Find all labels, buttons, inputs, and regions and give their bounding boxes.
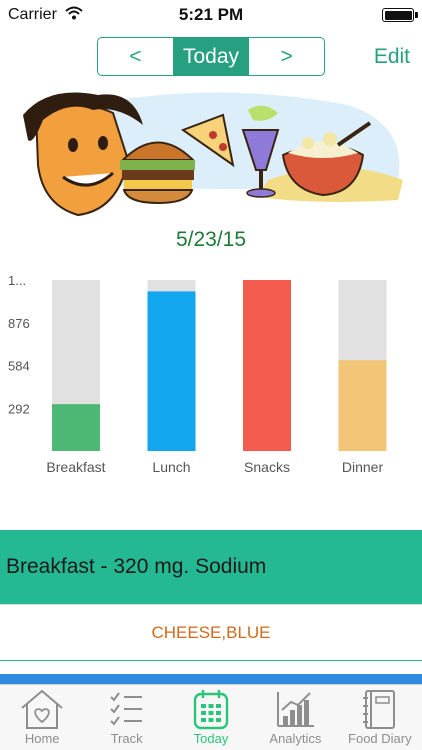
y-tick-label: 292 <box>8 401 30 416</box>
y-tick-label: 584 <box>8 359 30 374</box>
x-tick-label: Snacks <box>244 459 290 475</box>
y-tick-label: 876 <box>8 316 30 331</box>
meal-header[interactable]: Breakfast - 320 mg. Sodium <box>0 530 422 604</box>
tab-label: Track <box>110 731 143 746</box>
next-section-strip <box>0 674 422 684</box>
checklist-icon <box>109 692 142 726</box>
next-day-button[interactable]: > <box>248 38 324 75</box>
tab-label: Home <box>24 731 60 746</box>
tab-analytics[interactable]: Analytics <box>253 685 337 750</box>
bar <box>147 291 196 451</box>
tab-today[interactable]: Today <box>169 685 253 750</box>
tab-bar: Home Track Today Analytics Food Diary <box>0 684 422 750</box>
today-button[interactable]: Today <box>172 38 249 75</box>
x-tick-label: Dinner <box>342 459 384 475</box>
tab-food-diary[interactable]: Food Diary <box>338 685 422 750</box>
selected-date: 5/23/15 <box>175 228 247 251</box>
bar <box>52 404 100 451</box>
x-tick-label: Lunch <box>152 459 190 475</box>
analytics-chart-icon <box>277 692 315 727</box>
edit-button[interactable]: Edit <box>374 45 410 69</box>
day-selector: < Today > <box>97 37 325 76</box>
status-time: 5:21 PM <box>178 5 244 24</box>
tab-label: Today <box>193 731 229 746</box>
status-bar: Carrier 5:21 PM <box>0 0 422 30</box>
tab-home[interactable]: Home <box>0 685 84 750</box>
y-tick-label: 1... <box>8 273 26 288</box>
food-illustration <box>23 92 403 217</box>
tab-track[interactable]: Track <box>84 685 168 750</box>
bar <box>338 360 387 451</box>
tab-label: Food Diary <box>348 731 412 746</box>
battery-icon <box>382 8 414 22</box>
tab-label: Analytics <box>269 731 322 746</box>
x-tick-label: Breakfast <box>46 459 105 475</box>
calendar-icon <box>193 690 229 730</box>
notebook-icon <box>362 690 395 729</box>
sodium-bar-chart: 1... 876 584 292 Breakfast Lunch Snacks Dinner <box>8 273 387 475</box>
home-icon <box>21 689 63 729</box>
bar <box>243 280 291 451</box>
food-item[interactable]: CHEESE,BLUE <box>0 604 422 661</box>
previous-day-button[interactable]: < <box>98 38 173 75</box>
